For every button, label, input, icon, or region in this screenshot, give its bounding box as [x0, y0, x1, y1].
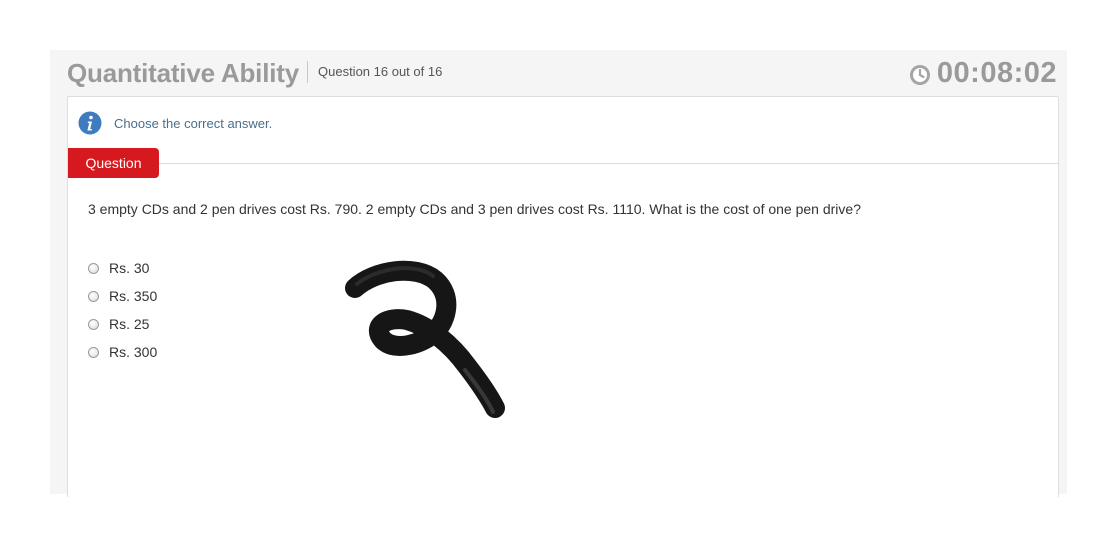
- radio-button[interactable]: [88, 318, 99, 330]
- clock-icon: [909, 64, 930, 85]
- question-panel: Choose the correct answer. Question 3 em…: [67, 96, 1059, 497]
- brush-scribble: [345, 260, 505, 418]
- tab-divider: [68, 163, 1058, 164]
- timer-value: 00:08:02: [936, 56, 1057, 89]
- option-4[interactable]: Rs. 300: [88, 338, 157, 366]
- option-1[interactable]: Rs. 30: [88, 254, 157, 282]
- tab-question[interactable]: Question: [68, 148, 159, 178]
- radio-button[interactable]: [88, 346, 99, 358]
- radio-button[interactable]: [88, 290, 99, 302]
- answer-options: Rs. 30 Rs. 350 Rs. 25 Rs. 300: [88, 254, 157, 366]
- radio-button[interactable]: [88, 262, 99, 274]
- option-label: Rs. 350: [109, 288, 158, 304]
- option-label: Rs. 300: [109, 344, 158, 360]
- option-2[interactable]: Rs. 350: [88, 282, 157, 310]
- question-counter: Question 16 out of 16: [318, 64, 443, 79]
- timer: 00:08:02: [909, 56, 1057, 90]
- test-app: Quantitative Ability Question 16 out of …: [50, 50, 1067, 497]
- option-label: Rs. 25: [109, 316, 150, 332]
- question-text: 3 empty CDs and 2 pen drives cost Rs. 79…: [88, 201, 861, 217]
- instruction-text: Choose the correct answer.: [114, 115, 273, 131]
- info-icon: [78, 111, 102, 135]
- header-divider: [307, 61, 308, 83]
- option-3[interactable]: Rs. 25: [88, 310, 157, 338]
- option-label: Rs. 30: [109, 260, 150, 276]
- instruction-row: Choose the correct answer.: [78, 111, 272, 135]
- section-title: Quantitative Ability: [67, 58, 299, 88]
